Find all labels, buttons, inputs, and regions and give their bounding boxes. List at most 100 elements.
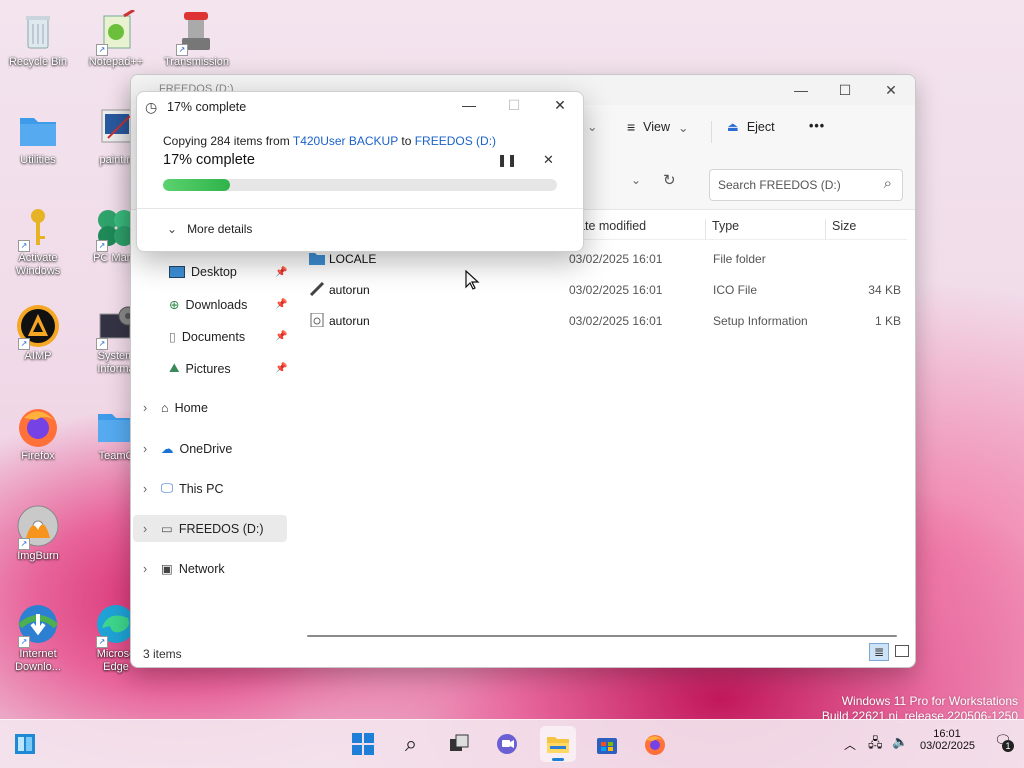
network-icon: ▣ [161,562,173,576]
search-input[interactable]: Search FREEDOS (D:) ⌕ [709,169,903,201]
search-icon: ⌕ [883,175,892,192]
chevron-right-icon: › [143,521,148,536]
pin-icon: 📌 [275,331,288,342]
dialog-minimize-button[interactable]: — [459,97,479,113]
nav-item-this-pc[interactable]: › 🖵 This PC [143,481,224,496]
desktop-icon-transmission[interactable]: ↗ Transmission [164,10,229,69]
nav-item-pictures[interactable]: ⛰ Pictures [169,361,231,376]
active-indicator [552,758,564,761]
dialog-separator [137,208,583,209]
search-icon[interactable]: ⌕ [396,729,426,759]
taskbar: ⌕ ︿ 🖧 🔈 16:01 03/02/2025 🗨 1 [0,719,1024,768]
teams-chat-icon[interactable] [492,729,522,759]
nav-item-downloads[interactable]: ⊕ Downloads [169,297,247,313]
file-row[interactable]: autorun 03/02/2025 16:01 Setup Informati… [301,307,903,335]
column-size[interactable]: Size [825,219,856,239]
notepadpp-icon: ↗ [94,8,138,56]
key-icon: ↗ [16,206,60,252]
view-button[interactable]: ≡ View ⌄ [627,119,689,135]
desktop-icon-aimp[interactable]: ↗ AIMP [6,304,70,363]
chevron-up-icon[interactable]: ︿ [844,736,856,753]
file-row[interactable]: autorun 03/02/2025 16:01 ICO File 34 KB [301,276,903,304]
percent-complete: 17% complete [163,152,255,168]
clock-icon: ◷ [145,99,158,115]
toolbar-separator [711,121,712,143]
home-icon: ⌂ [161,401,169,415]
imgburn-icon: ↗ [16,504,60,550]
computer-icon: 🖵 [161,481,174,495]
column-type[interactable]: Type [705,219,739,239]
dialog-close-button[interactable]: ✕ [550,97,570,114]
setup-file-icon [310,313,324,327]
progress-bar [163,179,557,191]
store-icon[interactable] [592,729,622,759]
widgets-icon[interactable] [10,729,40,759]
transmission-icon: ↗ [174,10,218,56]
tiles-view-icon[interactable] [895,645,909,657]
network-tray-icon[interactable]: 🖧 [868,734,883,756]
pin-icon: 📌 [275,299,288,310]
chevron-down-icon: ⌄ [167,222,178,236]
dialog-title: 17% complete [167,100,247,114]
chevron-right-icon: › [143,561,148,576]
chevron-right-icon: › [143,441,148,456]
recycle-bin-icon [16,10,60,54]
desktop-icon [169,266,185,278]
chevron-down-icon[interactable]: ⌄ [631,173,641,187]
pictures-icon: ⛰ [169,361,180,375]
nav-item-onedrive[interactable]: › ☁ OneDrive [143,441,232,457]
notification-badge: 1 [1002,740,1014,752]
copy-description: Copying 284 items from T420User BACKUP t… [163,134,497,148]
horizontal-scrollbar[interactable] [307,635,897,637]
drive-icon: ▭ [161,522,173,536]
cancel-copy-button[interactable]: ✕ [543,152,554,168]
details-view-icon[interactable]: ≣ [869,643,889,661]
document-icon: ▯ [169,330,176,344]
notification-center-icon[interactable]: 🗨 1 [994,732,1014,752]
status-bar: 3 items ≣ [131,639,915,667]
task-view-icon[interactable] [444,729,474,759]
folder-icon [16,108,60,152]
chevron-right-icon: › [143,401,148,415]
nav-item-desktop[interactable]: Desktop [169,265,237,279]
more-options-button[interactable]: ••• [809,119,825,133]
minimize-button[interactable]: — [791,81,811,99]
source-link[interactable]: T420User BACKUP [293,134,398,148]
destination-link[interactable]: FREEDOS (D:) [415,134,496,148]
desktop-icon-internet-download-manager[interactable]: ↗ Internet Downlo... [6,602,70,674]
eject-button[interactable]: ⏏ Eject [727,119,775,135]
nav-item-home[interactable]: › ⌂ Home [143,401,208,415]
aimp-icon: ↗ [16,304,60,350]
maximize-button[interactable]: ☐ [835,81,855,99]
download-icon: ⊕ [169,298,180,312]
refresh-icon[interactable]: ↻ [663,171,676,189]
eject-icon: ⏏ [727,120,739,134]
chevron-down-icon: ⌄ [587,120,598,134]
onedrive-icon: ☁ [161,442,174,456]
chevron-right-icon: › [143,481,148,496]
ico-file-icon [309,282,325,296]
copy-progress-dialog[interactable]: ◷ 17% complete — ☐ ✕ Copying 284 items f… [136,91,584,252]
desktop-icon-recycle-bin[interactable]: Recycle Bin [6,10,70,69]
idm-icon: ↗ [16,602,60,648]
clock[interactable]: 16:01 03/02/2025 [920,728,975,752]
close-button[interactable]: ✕ [881,81,901,99]
pause-button[interactable]: ❚❚ [497,153,517,167]
firefox-icon [16,404,60,448]
start-button[interactable] [348,729,378,759]
desktop-icon-utilities[interactable]: Utilities [6,108,70,167]
progress-fill [163,179,230,191]
dialog-maximize-button: ☐ [507,97,521,113]
desktop-icon-firefox[interactable]: Firefox [6,404,70,463]
nav-item-freedos[interactable]: › ▭ FREEDOS (D:) [143,521,264,537]
more-details-button[interactable]: ⌄ More details [167,222,252,236]
nav-item-network[interactable]: › ▣ Network [143,561,225,577]
pin-icon: 📌 [275,267,288,278]
nav-item-documents[interactable]: ▯ Documents [169,329,245,345]
volume-icon[interactable]: 🔈 [892,734,908,750]
desktop-icon-imgburn[interactable]: ↗ ImgBurn [6,504,70,563]
file-explorer-taskbar-button[interactable] [540,726,576,762]
firefox-icon[interactable] [640,729,670,759]
desktop-icon-notepadpp[interactable]: ↗ Notepad++ [84,8,148,69]
desktop-icon-activate-windows[interactable]: ↗ Activate Windows [6,206,70,278]
